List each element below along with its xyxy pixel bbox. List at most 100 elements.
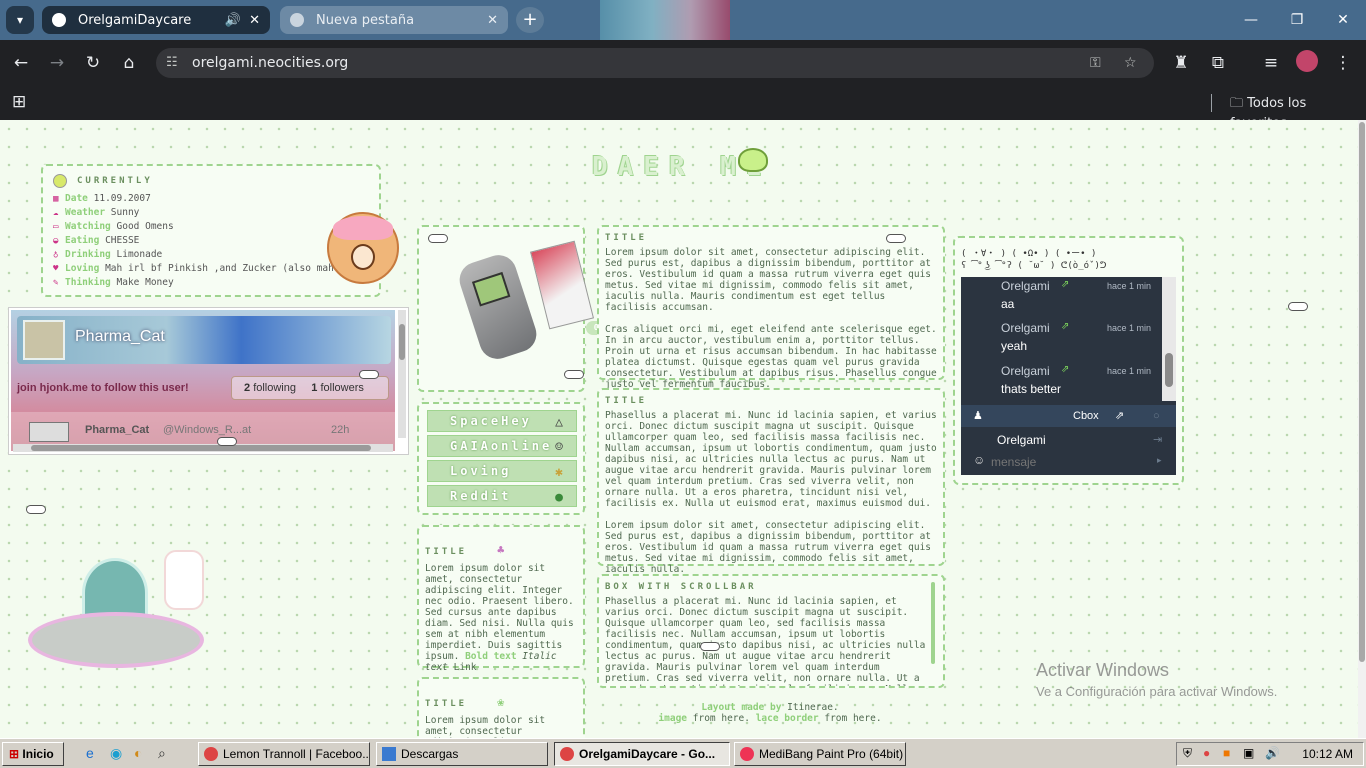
site-info-icon[interactable]: ☷ bbox=[166, 48, 178, 78]
new-tab-button[interactable]: + bbox=[516, 7, 544, 33]
profile-button[interactable] bbox=[1294, 50, 1320, 76]
webring-label: SpaceHey bbox=[450, 414, 532, 428]
link-share-icon[interactable]: ⇗ bbox=[1061, 364, 1069, 375]
reload-button[interactable]: ↻ bbox=[80, 50, 106, 76]
task-button[interactable]: OrelgamiDaycare - Go... bbox=[554, 742, 730, 766]
page-footer: Layout made by Itinerae. image from here… bbox=[600, 702, 940, 724]
tab-new[interactable]: Nueva pestaña ✕ bbox=[280, 6, 508, 34]
webring-label: GAIAonline bbox=[450, 439, 553, 453]
currently-row: ☁ Weather Sunny bbox=[53, 207, 140, 218]
sparkle-cursor-icon bbox=[700, 642, 720, 651]
speaker-icon[interactable]: 🔊 bbox=[225, 13, 241, 28]
playlist-icon: ≡ bbox=[1263, 53, 1279, 73]
webring-label: Loving bbox=[450, 464, 512, 478]
chat-scrollbar[interactable] bbox=[1162, 277, 1176, 401]
bold-text: Bold text bbox=[465, 651, 517, 662]
scroll-thumb[interactable] bbox=[1359, 122, 1365, 662]
chat-text: yeah bbox=[1001, 339, 1028, 353]
box-paragraph: Phasellus a placerat mi. Nunc id lacinia… bbox=[605, 596, 926, 686]
scroll-text-box[interactable]: BOX WITH SCROLLBAR Phasellus a placerat … bbox=[597, 574, 945, 688]
tab-search-button[interactable]: ▾ bbox=[6, 6, 34, 34]
hjonk-follow-text[interactable]: join hjonk.me to follow this user! bbox=[17, 382, 189, 394]
back-button[interactable]: ← bbox=[8, 50, 34, 76]
tab-orelgami[interactable]: OrelgamiDaycare 🔊 ✕ bbox=[42, 6, 270, 34]
hjonk-profile-header: Pharma_Cat bbox=[17, 316, 391, 364]
following-label[interactable]: following bbox=[253, 382, 296, 394]
currently-box: CURRENTLY ▦ Date 11.09.2007 ☁ Weather Sunn… bbox=[41, 164, 381, 297]
cbox-message-input[interactable] bbox=[991, 453, 1151, 471]
avatar[interactable] bbox=[23, 320, 65, 360]
link-share-icon[interactable]: ⇗ bbox=[1061, 321, 1069, 332]
key-icon[interactable]: ⚿ bbox=[1090, 48, 1101, 78]
status-icon[interactable]: ○ bbox=[1153, 405, 1160, 427]
page-scrollbar[interactable] bbox=[1358, 120, 1366, 738]
task-button[interactable]: Lemon Trannoll | Faceboo... bbox=[198, 742, 370, 766]
hjonk-h-scrollbar[interactable] bbox=[13, 444, 393, 452]
send-icon[interactable]: ▸ bbox=[1157, 455, 1162, 466]
user-icon[interactable]: ♟ bbox=[973, 405, 983, 427]
plus-icon: + bbox=[522, 9, 538, 30]
apps-grid-icon[interactable]: ⊞ bbox=[12, 92, 26, 112]
hjonk-scrollbar[interactable] bbox=[398, 310, 406, 438]
media-button[interactable]: ≡ bbox=[1258, 50, 1284, 76]
edge-icon[interactable]: ◉ bbox=[110, 745, 122, 762]
minimize-button[interactable]: — bbox=[1228, 0, 1274, 40]
login-icon[interactable]: ⇥ bbox=[1153, 433, 1162, 446]
chat-message: Orelgami ⇗ hace 1 min thats better bbox=[1001, 364, 1151, 396]
search-icon[interactable]: ⌕ bbox=[158, 745, 166, 762]
task-button[interactable]: Descargas bbox=[376, 742, 548, 766]
text-link[interactable]: Link bbox=[454, 662, 477, 673]
thought-icon: ✎ bbox=[53, 278, 59, 288]
leaf-icon: ❀ bbox=[497, 695, 505, 709]
address-bar[interactable]: ☷ orelgami.neocities.org ⚿ ☆ bbox=[156, 48, 1154, 78]
scroll-thumb[interactable] bbox=[399, 324, 405, 360]
app-tray-icon[interactable]: ■ bbox=[1223, 746, 1230, 760]
close-window-button[interactable]: ✕ bbox=[1320, 0, 1366, 40]
chrome-tray-icon[interactable]: ● bbox=[1203, 746, 1210, 760]
webring-button-loving[interactable]: Loving ✱ bbox=[427, 460, 577, 482]
chat-time: hace 1 min bbox=[1106, 366, 1151, 376]
start-label: Inicio bbox=[22, 747, 54, 761]
emoji-icon[interactable]: ☺ bbox=[973, 453, 985, 467]
task-button[interactable]: MediBang Paint Pro (64bit) bbox=[734, 742, 906, 766]
extension-button[interactable]: ♜ bbox=[1168, 50, 1194, 76]
footer-lace-label: lace border bbox=[755, 713, 819, 724]
footer-layout-link[interactable]: Itinerae. bbox=[787, 702, 838, 713]
shield-icon[interactable]: ⛨ bbox=[1183, 746, 1192, 761]
restore-button[interactable]: ❐ bbox=[1274, 0, 1320, 40]
scroll-thumb[interactable] bbox=[1165, 353, 1173, 387]
post-author[interactable]: Pharma_Cat bbox=[85, 424, 149, 436]
star-icon[interactable]: ☆ bbox=[1124, 48, 1137, 78]
hjonk-widget: Pharma_Cat join hjonk.me to follow this … bbox=[8, 307, 409, 455]
link-share-icon[interactable]: ⇗ bbox=[1061, 279, 1069, 290]
scroll-thumb[interactable] bbox=[31, 445, 371, 451]
ie-icon[interactable]: e bbox=[86, 745, 94, 761]
start-button[interactable]: ⊞ Inicio bbox=[2, 742, 64, 766]
webring-button-spacehey[interactable]: SpaceHey △ bbox=[427, 410, 577, 432]
webring-button-gaiaonline[interactable]: GAIAonline ☺ bbox=[427, 435, 577, 457]
menu-button[interactable]: ⋮ bbox=[1330, 50, 1356, 76]
cbox-label[interactable]: Cbox bbox=[1073, 405, 1099, 427]
cbox-name-field[interactable]: Orelgami bbox=[997, 433, 1046, 447]
extensions-button[interactable]: ⧉ bbox=[1205, 50, 1231, 76]
external-link-icon[interactable]: ⇗ bbox=[1115, 405, 1124, 427]
close-tab-icon[interactable]: ✕ bbox=[249, 13, 260, 28]
footer-image-link[interactable]: from here. bbox=[693, 713, 750, 724]
webring-button-reddit[interactable]: Reddit ● bbox=[427, 485, 577, 507]
arrow-right-icon: → bbox=[49, 53, 65, 73]
close-icon: ✕ bbox=[1337, 12, 1349, 28]
network-icon[interactable]: ▣ bbox=[1243, 746, 1254, 760]
footer-lace-link[interactable]: from here. bbox=[824, 713, 881, 724]
sparkle-cursor-icon bbox=[1288, 302, 1308, 311]
home-button[interactable]: ⌂ bbox=[116, 50, 142, 76]
scroll-box-scrollbar[interactable] bbox=[931, 582, 935, 664]
ufo-mascot-icon bbox=[28, 550, 208, 680]
close-tab-icon[interactable]: ✕ bbox=[487, 13, 498, 28]
media-player-icon[interactable]: ◐ bbox=[134, 745, 142, 761]
chat-time: hace 1 min bbox=[1106, 281, 1151, 291]
hjonk-username[interactable]: Pharma_Cat bbox=[75, 328, 165, 346]
forward-button[interactable]: → bbox=[44, 50, 70, 76]
followers-label[interactable]: followers bbox=[320, 382, 363, 394]
volume-icon[interactable]: 🔊 bbox=[1265, 746, 1280, 760]
sparkle-cursor-icon bbox=[359, 370, 379, 379]
